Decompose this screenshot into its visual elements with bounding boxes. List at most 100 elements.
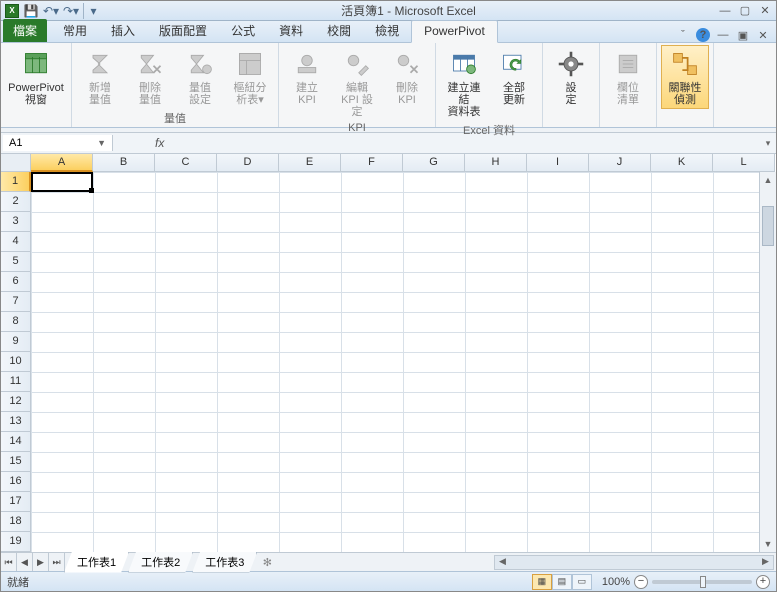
name-box-dropdown-icon[interactable]: ▼ [97, 138, 106, 148]
scroll-up-icon[interactable]: ▲ [760, 172, 776, 188]
row-header-9[interactable]: 9 [1, 332, 31, 352]
formula-input[interactable] [170, 135, 760, 151]
scroll-thumb[interactable] [762, 206, 774, 246]
vertical-scrollbar[interactable]: ▲ ▼ [759, 172, 776, 552]
zoom-out-button[interactable]: − [634, 575, 648, 589]
column-header-C[interactable]: C [155, 154, 217, 172]
column-header-G[interactable]: G [403, 154, 465, 172]
mdi-restore-icon[interactable]: ▣ [736, 28, 750, 42]
row-header-1[interactable]: 1 [1, 172, 31, 192]
redo-icon[interactable]: ↷▾ [63, 3, 79, 19]
column-header-F[interactable]: F [341, 154, 403, 172]
tab-檢視[interactable]: 檢視 [363, 19, 411, 42]
column-header-A[interactable]: A [31, 154, 93, 172]
view-pagelayout-icon[interactable]: ▤ [552, 574, 572, 590]
row-header-8[interactable]: 8 [1, 312, 31, 332]
ribbon-minimize-icon[interactable]: ˇ [676, 28, 690, 42]
fx-icon[interactable]: fx [155, 136, 164, 150]
tab-file[interactable]: 檔案 [3, 19, 47, 42]
ribbon-pp_window-button[interactable]: PowerPivot 視窗 [5, 45, 67, 109]
row-header-7[interactable]: 7 [1, 292, 31, 312]
column-header-H[interactable]: H [465, 154, 527, 172]
sheet-nav-first-icon[interactable]: ⏮ [1, 553, 17, 571]
row-header-5[interactable]: 5 [1, 252, 31, 272]
tab-常用[interactable]: 常用 [51, 19, 99, 42]
tab-版面配置[interactable]: 版面配置 [147, 19, 219, 42]
row-header-19[interactable]: 19 [1, 532, 31, 552]
fill-handle[interactable] [89, 188, 94, 193]
scroll-down-icon[interactable]: ▼ [760, 536, 776, 552]
mdi-close-icon[interactable]: ✕ [756, 28, 770, 42]
row-header-18[interactable]: 18 [1, 512, 31, 532]
column-header-J[interactable]: J [589, 154, 651, 172]
row-header-17[interactable]: 17 [1, 492, 31, 512]
row-header-2[interactable]: 2 [1, 192, 31, 212]
tab-PowerPivot[interactable]: PowerPivot [411, 20, 498, 43]
row-header-15[interactable]: 15 [1, 452, 31, 472]
row-header-11[interactable]: 11 [1, 372, 31, 392]
close-button[interactable]: ✕ [758, 4, 772, 18]
help-icon[interactable]: ? [696, 28, 710, 42]
ribbon-button-label: 建立連結 資料表 [443, 82, 485, 118]
row-header-13[interactable]: 13 [1, 412, 31, 432]
status-text: 就緒 [7, 574, 532, 590]
ribbon-relation_detect-button[interactable]: 關聯性 偵測 [661, 45, 709, 109]
tab-校閱[interactable]: 校閱 [315, 19, 363, 42]
hscroll-left-icon[interactable]: ◀ [495, 556, 510, 567]
horizontal-scrollbar[interactable]: ◀▶ [277, 555, 776, 570]
gear-icon [555, 48, 587, 80]
zoom-level[interactable]: 100% [602, 576, 630, 588]
row-header-3[interactable]: 3 [1, 212, 31, 232]
relation-icon [669, 48, 701, 80]
column-header-L[interactable]: L [713, 154, 775, 172]
sheet-tab-工作表1[interactable]: 工作表1 [64, 552, 129, 573]
tab-公式[interactable]: 公式 [219, 19, 267, 42]
row-header-14[interactable]: 14 [1, 432, 31, 452]
sheet-nav-prev-icon[interactable]: ◀ [17, 553, 33, 571]
view-normal-icon[interactable]: ▦ [532, 574, 552, 590]
ribbon-update_all-button[interactable]: 全部 更新 [490, 45, 538, 109]
ribbon-linked_table-button[interactable]: 建立連結 資料表 [440, 45, 488, 121]
tab-資料[interactable]: 資料 [267, 19, 315, 42]
cells-area[interactable] [31, 172, 776, 552]
column-header-B[interactable]: B [93, 154, 155, 172]
tab-插入[interactable]: 插入 [99, 19, 147, 42]
zoom-slider-knob[interactable] [700, 576, 706, 588]
row-header-10[interactable]: 10 [1, 352, 31, 372]
save-icon[interactable]: 💾 [23, 3, 39, 19]
table-link-icon [448, 48, 480, 80]
column-header-I[interactable]: I [527, 154, 589, 172]
sheet-nav-last-icon[interactable]: ⏭ [49, 553, 65, 571]
column-header-D[interactable]: D [217, 154, 279, 172]
new-sheet-icon[interactable]: ✻ [257, 556, 277, 569]
hscroll-right-icon[interactable]: ▶ [758, 556, 773, 567]
sheet-tab-工作表3[interactable]: 工作表3 [192, 552, 257, 573]
ribbon-group: 建立連結 資料表全部 更新Excel 資料 [436, 43, 543, 127]
maximize-button[interactable]: ▢ [738, 4, 752, 18]
sheet-tab-工作表2[interactable]: 工作表2 [128, 552, 193, 573]
row-header-6[interactable]: 6 [1, 272, 31, 292]
minimize-button[interactable]: — [718, 4, 732, 18]
select-all-corner[interactable] [1, 154, 31, 172]
ribbon-kpi_del-button: 刪除 KPI [383, 45, 431, 109]
sheet-nav-next-icon[interactable]: ▶ [33, 553, 49, 571]
column-header-E[interactable]: E [279, 154, 341, 172]
name-box-input[interactable] [9, 137, 79, 149]
name-box[interactable]: ▼ [3, 135, 113, 151]
zoom-in-button[interactable]: + [756, 575, 770, 589]
excel-icon[interactable]: X [5, 4, 19, 18]
column-header-K[interactable]: K [651, 154, 713, 172]
qat-customize-icon[interactable]: ▾ [83, 3, 99, 19]
kpi-edit-icon [341, 48, 373, 80]
ribbon-settings-button[interactable]: 設 定 [547, 45, 595, 109]
row-header-4[interactable]: 4 [1, 232, 31, 252]
zoom-slider[interactable] [652, 580, 752, 584]
undo-icon[interactable]: ↶▾ [43, 3, 59, 19]
ribbon-group: PowerPivot 視窗 [1, 43, 72, 127]
row-header-16[interactable]: 16 [1, 472, 31, 492]
view-pagebreak-icon[interactable]: ▭ [572, 574, 592, 590]
active-cell[interactable] [31, 172, 93, 192]
row-header-12[interactable]: 12 [1, 392, 31, 412]
formula-bar-expand-icon[interactable]: ▾ [760, 138, 776, 149]
mdi-minimize-icon[interactable]: — [716, 28, 730, 42]
